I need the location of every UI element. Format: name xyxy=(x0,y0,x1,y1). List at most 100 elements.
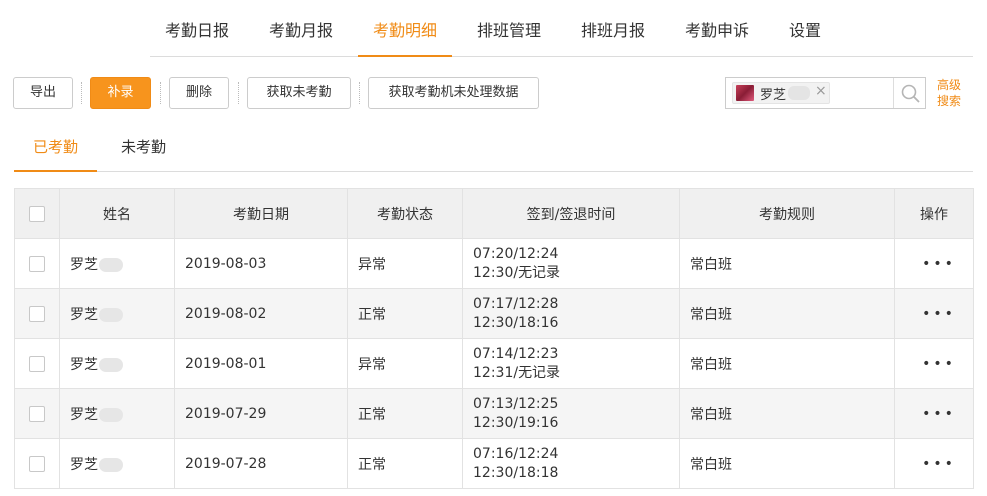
sign-time-afternoon: 12:30/18:18 xyxy=(473,464,559,481)
cell-name: 罗芝 xyxy=(59,238,175,289)
sign-time-afternoon: 12:30/19:16 xyxy=(473,414,559,431)
sign-time-afternoon: 12:30/无记录 xyxy=(473,264,561,281)
cell-time: 07:13/12:25 12:30/19:16 xyxy=(462,388,680,439)
more-actions-icon[interactable]: ••• xyxy=(894,288,974,339)
table-header-row: 姓名 考勤日期 考勤状态 签到/签退时间 考勤规则 操作 xyxy=(14,188,974,239)
tab-attendance-detail[interactable]: 考勤明细 xyxy=(358,0,453,57)
row-check-cell xyxy=(14,388,60,439)
delete-button[interactable]: 删除 xyxy=(169,77,229,109)
toolbar-divider xyxy=(160,82,161,104)
column-header-name: 姓名 xyxy=(59,188,175,239)
tab-attended[interactable]: 已考勤 xyxy=(14,126,98,172)
employee-name: 罗芝 xyxy=(70,406,98,423)
tab-settings[interactable]: 设置 xyxy=(774,0,836,57)
more-actions-icon[interactable]: ••• xyxy=(894,238,974,289)
cell-name: 罗芝 xyxy=(59,288,175,339)
toolbar-divider xyxy=(81,82,82,104)
more-actions-icon[interactable]: ••• xyxy=(894,438,974,489)
more-actions-icon[interactable]: ••• xyxy=(894,388,974,439)
sign-time-morning: 07:16/12:24 xyxy=(473,445,559,462)
search-divider xyxy=(893,78,894,108)
sub-tabs: 已考勤 未考勤 xyxy=(14,126,973,172)
cell-time: 07:17/12:28 12:30/18:16 xyxy=(462,288,680,339)
cell-date: 2019-08-02 xyxy=(174,288,348,339)
name-redacted xyxy=(99,257,123,272)
toolbar-divider xyxy=(238,82,239,104)
employee-name: 罗芝 xyxy=(70,306,98,323)
name-redacted xyxy=(99,307,123,322)
cell-status: 异常 xyxy=(347,338,463,389)
tag-name-redacted xyxy=(788,86,810,100)
cell-date: 2019-07-28 xyxy=(174,438,348,489)
cell-name: 罗芝 xyxy=(59,438,175,489)
row-check-cell xyxy=(14,288,60,339)
name-redacted xyxy=(99,407,123,422)
more-actions-icon[interactable]: ••• xyxy=(894,338,974,389)
select-all-checkbox[interactable] xyxy=(29,205,45,222)
row-checkbox[interactable] xyxy=(29,405,45,422)
sign-time-morning: 07:13/12:25 xyxy=(473,395,559,412)
attendance-table: 姓名 考勤日期 考勤状态 签到/签退时间 考勤规则 操作 罗芝 2019-08-… xyxy=(14,188,974,489)
tab-attendance-appeal[interactable]: 考勤申诉 xyxy=(670,0,764,57)
toolbar-divider xyxy=(359,82,360,104)
cell-status: 异常 xyxy=(347,238,463,289)
column-header-time: 签到/签退时间 xyxy=(462,188,680,239)
sign-time-afternoon: 12:30/18:16 xyxy=(473,314,559,331)
row-checkbox[interactable] xyxy=(29,355,45,372)
tab-daily-report[interactable]: 考勤日报 xyxy=(150,0,244,57)
row-checkbox[interactable] xyxy=(29,255,45,272)
row-check-cell xyxy=(14,338,60,389)
row-checkbox[interactable] xyxy=(29,455,45,472)
tab-shift-management[interactable]: 排班管理 xyxy=(462,0,556,57)
employee-name: 罗芝 xyxy=(70,356,98,373)
avatar xyxy=(736,85,754,101)
supplement-button[interactable]: 补录 xyxy=(90,77,151,109)
close-icon[interactable]: × xyxy=(815,83,827,99)
name-redacted xyxy=(99,457,123,472)
cell-date: 2019-08-03 xyxy=(174,238,348,289)
sign-time-afternoon: 12:31/无记录 xyxy=(473,364,561,381)
cell-status: 正常 xyxy=(347,388,463,439)
selected-employee-tag: 罗芝 × xyxy=(732,82,830,104)
row-checkbox[interactable] xyxy=(29,305,45,322)
sign-time-morning: 07:20/12:24 xyxy=(473,245,559,262)
cell-status: 正常 xyxy=(347,438,463,489)
tab-shift-monthly[interactable]: 排班月报 xyxy=(566,0,660,57)
table-row[interactable]: 罗芝 2019-08-03 异常 07:20/12:24 12:30/无记录 常白… xyxy=(14,238,974,289)
cell-name: 罗芝 xyxy=(59,388,175,439)
advanced-search-link[interactable]: 高级搜索 xyxy=(937,77,967,109)
table-row[interactable]: 罗芝 2019-08-02 正常 07:17/12:28 12:30/18:16 … xyxy=(14,288,974,339)
cell-time: 07:20/12:24 12:30/无记录 xyxy=(462,238,680,289)
cell-rule: 常白班 xyxy=(679,238,895,289)
column-header-rule: 考勤规则 xyxy=(679,188,895,239)
column-header-status: 考勤状态 xyxy=(347,188,463,239)
cell-rule: 常白班 xyxy=(679,388,895,439)
select-all-cell xyxy=(14,188,60,239)
table-row[interactable]: 罗芝 2019-08-01 异常 07:14/12:23 12:31/无记录 常白… xyxy=(14,338,974,389)
tab-not-attended[interactable]: 未考勤 xyxy=(102,126,185,172)
cell-rule: 常白班 xyxy=(679,338,895,389)
sign-time-morning: 07:17/12:28 xyxy=(473,295,559,312)
cell-name: 罗芝 xyxy=(59,338,175,389)
tag-name: 罗芝 xyxy=(760,88,787,103)
row-check-cell xyxy=(14,438,60,489)
cell-date: 2019-07-29 xyxy=(174,388,348,439)
employee-name: 罗芝 xyxy=(70,456,98,473)
search-icon[interactable] xyxy=(900,84,922,104)
cell-status: 正常 xyxy=(347,288,463,339)
top-nav: 考勤日报 考勤月报 考勤明细 排班管理 排班月报 考勤申诉 设置 xyxy=(150,0,973,57)
table-row[interactable]: 罗芝 2019-07-28 正常 07:16/12:24 12:30/18:18 … xyxy=(14,438,974,489)
cell-time: 07:14/12:23 12:31/无记录 xyxy=(462,338,680,389)
fetch-absent-button[interactable]: 获取未考勤 xyxy=(247,77,351,109)
table-row[interactable]: 罗芝 2019-07-29 正常 07:13/12:25 12:30/19:16 … xyxy=(14,388,974,439)
fetch-machine-data-button[interactable]: 获取考勤机未处理数据 xyxy=(368,77,539,109)
export-button[interactable]: 导出 xyxy=(13,77,73,109)
employee-search-input[interactable]: 罗芝 × xyxy=(725,77,926,109)
cell-date: 2019-08-01 xyxy=(174,338,348,389)
tab-monthly-report[interactable]: 考勤月报 xyxy=(254,0,348,57)
cell-rule: 常白班 xyxy=(679,288,895,339)
name-redacted xyxy=(99,357,123,372)
column-header-actions: 操作 xyxy=(894,188,974,239)
employee-name: 罗芝 xyxy=(70,256,98,273)
cell-time: 07:16/12:24 12:30/18:18 xyxy=(462,438,680,489)
